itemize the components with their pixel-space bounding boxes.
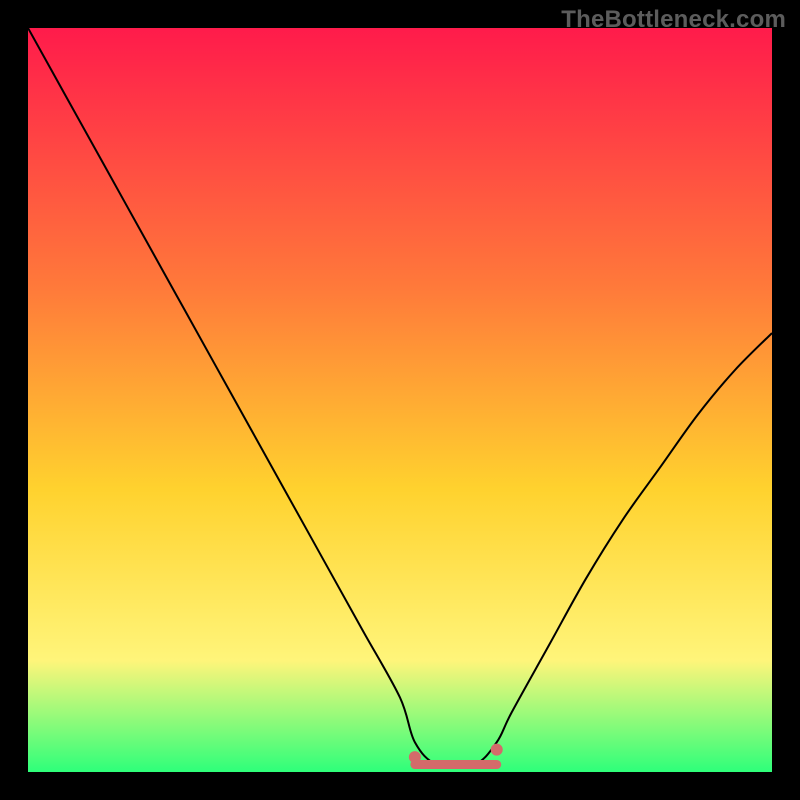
app-frame: TheBottleneck.com	[0, 0, 800, 800]
curve-marker-left	[409, 751, 421, 763]
watermark-text: TheBottleneck.com	[561, 6, 786, 34]
gradient-background	[28, 28, 772, 772]
chart-area	[28, 28, 772, 772]
bottleneck-chart	[28, 28, 772, 772]
curve-marker-right	[491, 744, 503, 756]
